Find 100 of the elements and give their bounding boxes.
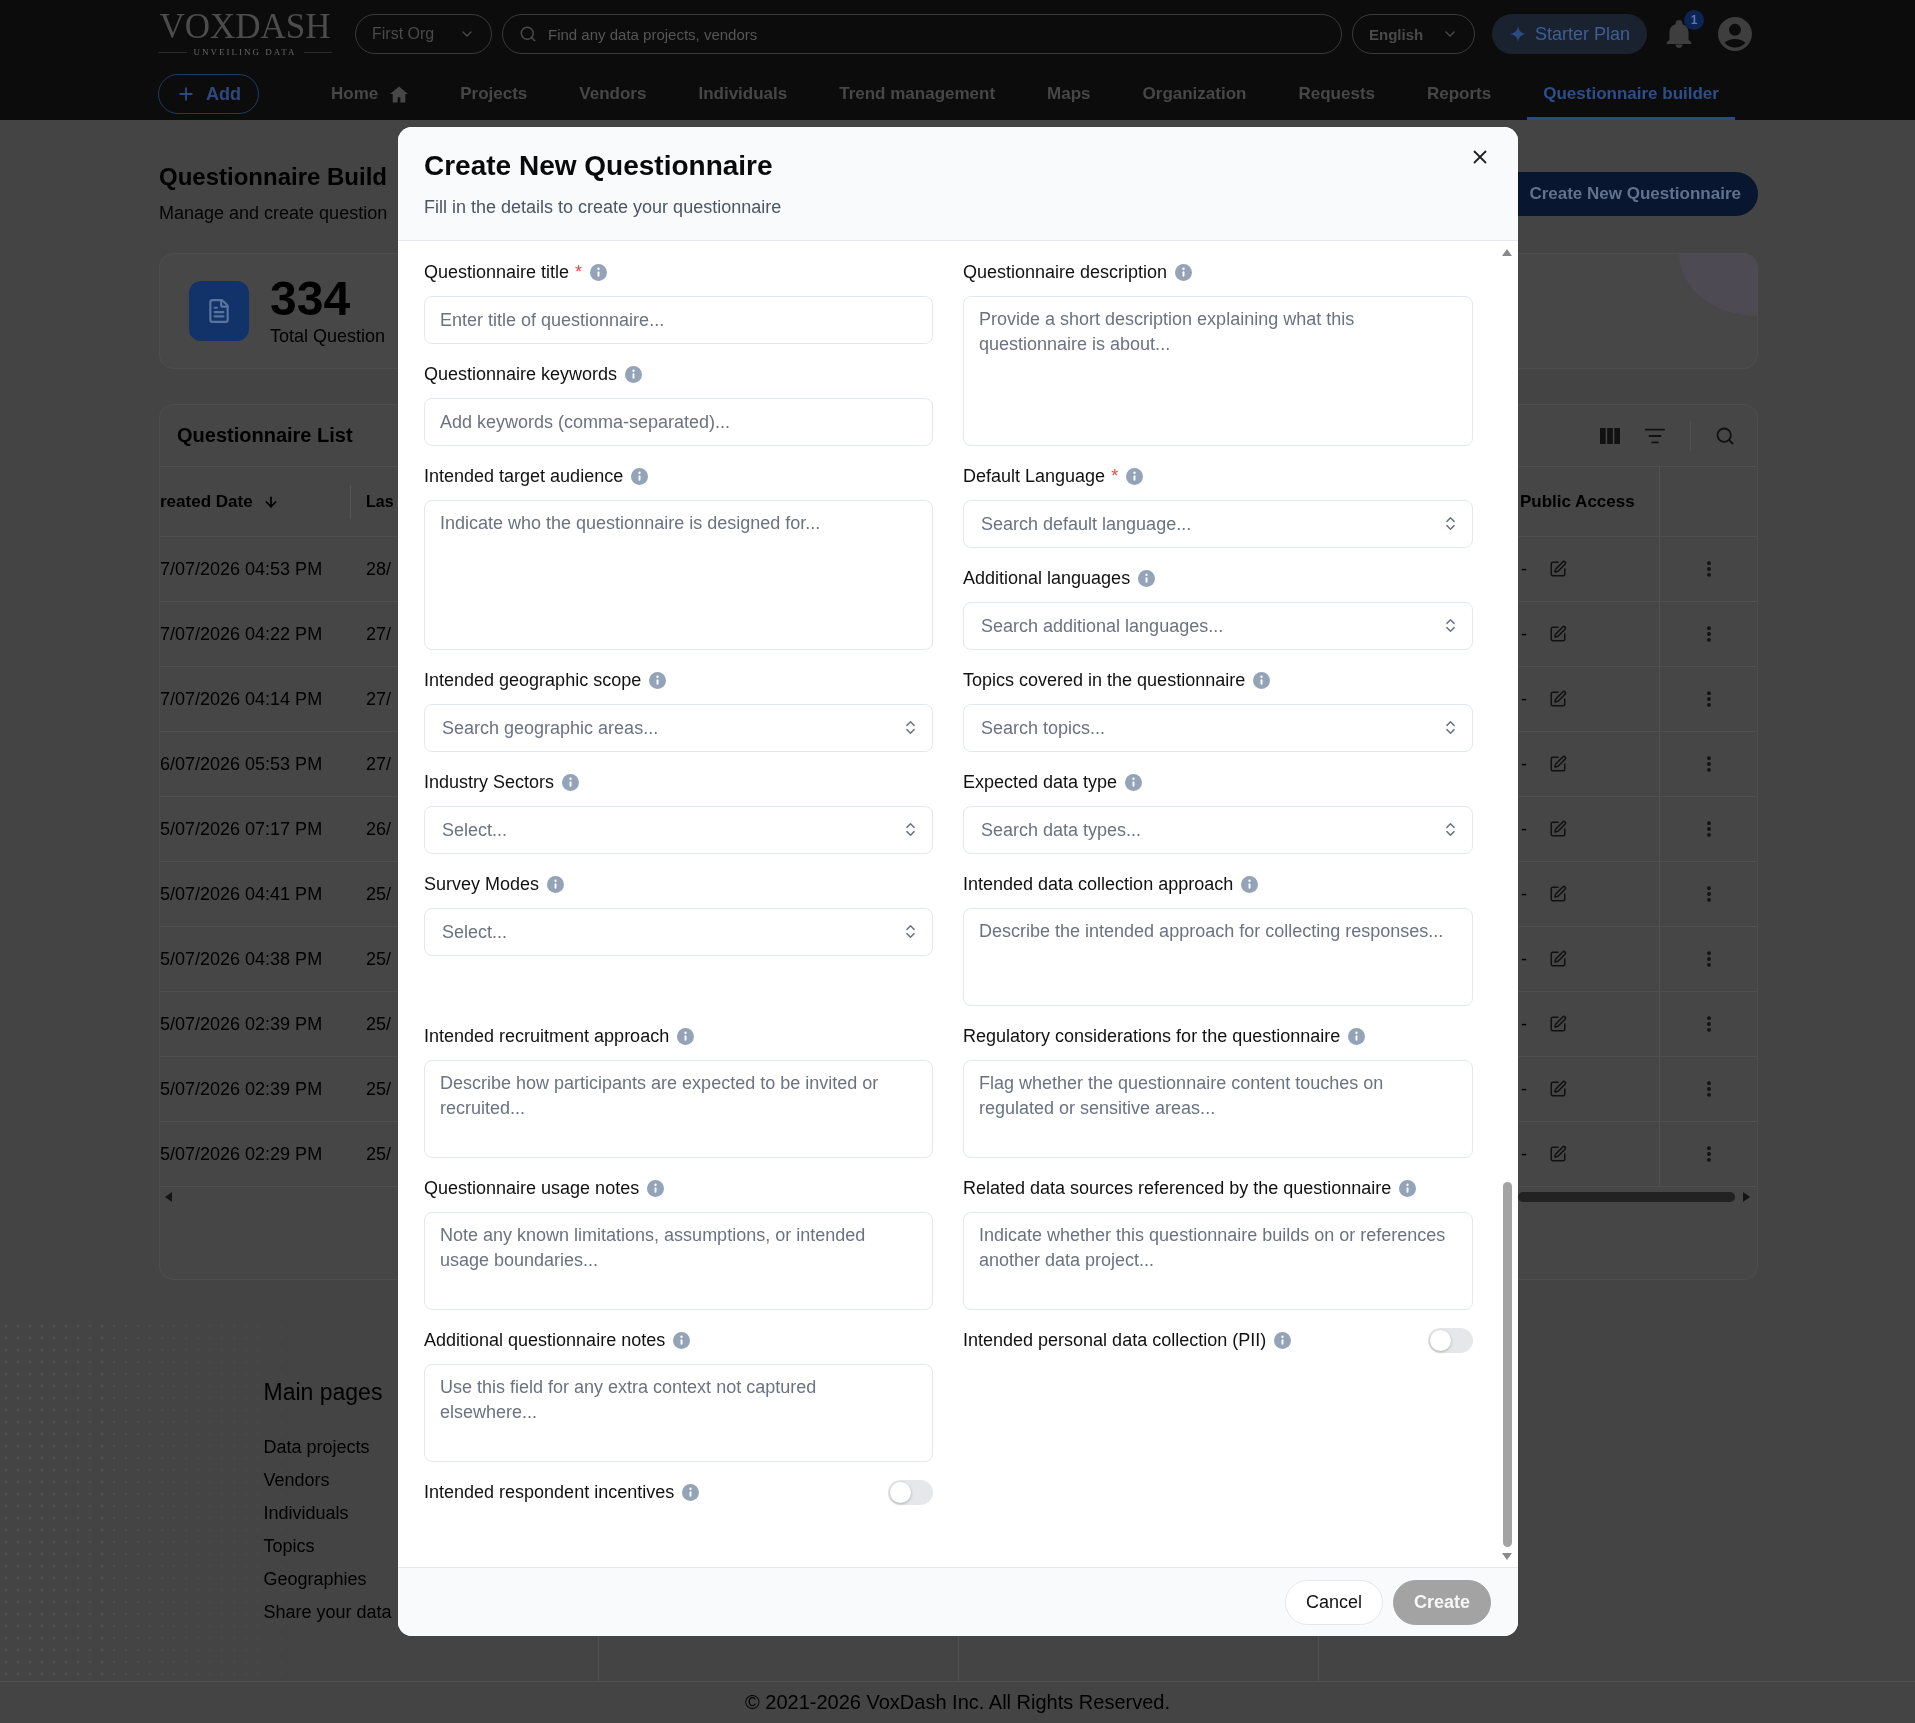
- select-field[interactable]: Search topics...: [963, 704, 1473, 752]
- scroll-down-arrow-icon[interactable]: [1502, 1553, 1512, 1560]
- nav-link[interactable]: Trend management: [823, 68, 1012, 120]
- columns-icon[interactable]: [1600, 427, 1620, 444]
- stat-value: 334: [270, 274, 352, 324]
- table-cell: 7/07/2026 04:22 PM: [160, 623, 323, 645]
- info-icon[interactable]: [649, 671, 667, 689]
- info-icon[interactable]: [562, 773, 580, 791]
- footer-link[interactable]: Individuals: [263, 1497, 349, 1530]
- textarea-field[interactable]: Indicate who the questionnaire is designed for...: [424, 500, 933, 650]
- table-cell: 27/: [366, 623, 392, 645]
- info-icon[interactable]: [1274, 1331, 1292, 1349]
- edit-icon[interactable]: [1549, 885, 1567, 903]
- scroll-right-arrow-icon[interactable]: [1743, 1192, 1750, 1202]
- textarea-field[interactable]: Note any known limitations, assumptions, or intended usage boundaries...: [424, 1212, 933, 1310]
- scroll-left-arrow-icon[interactable]: [165, 1192, 172, 1202]
- search-icon[interactable]: [1715, 425, 1735, 446]
- edit-icon[interactable]: [1549, 625, 1567, 643]
- footer-link[interactable]: Vendors: [263, 1464, 330, 1497]
- select-field[interactable]: Select...: [424, 806, 933, 854]
- edit-icon[interactable]: [1549, 1080, 1567, 1098]
- info-icon[interactable]: [1241, 875, 1259, 893]
- plan-button[interactable]: Starter Plan: [1492, 14, 1647, 54]
- info-icon[interactable]: [1175, 263, 1193, 281]
- table-cell: -: [1521, 558, 1527, 580]
- table-cell: 5/07/2026 02:29 PM: [160, 1143, 323, 1165]
- info-icon[interactable]: [590, 263, 608, 281]
- select-field[interactable]: Search data types...: [963, 806, 1473, 854]
- textarea-field[interactable]: Provide a short description explaining what this questionnaire is about...: [963, 296, 1473, 446]
- edit-icon[interactable]: [1549, 755, 1567, 773]
- info-icon[interactable]: [625, 365, 643, 383]
- textarea-field[interactable]: Indicate whether this questionnaire builds on or references another data project...: [963, 1212, 1473, 1310]
- input-field[interactable]: Add keywords (comma-separated)...: [424, 398, 933, 446]
- avatar-icon[interactable]: [1718, 17, 1752, 51]
- table-cell: 25/: [366, 1078, 392, 1100]
- info-icon[interactable]: [1125, 773, 1143, 791]
- info-icon[interactable]: [631, 467, 649, 485]
- field-label: Default Language: [963, 465, 1106, 488]
- textarea-field[interactable]: Describe how participants are expected to be invited or recruited...: [424, 1060, 933, 1158]
- footer-link[interactable]: Data projects: [263, 1431, 370, 1464]
- bell-icon[interactable]: [1666, 20, 1692, 48]
- select-field[interactable]: Search additional languages...: [963, 602, 1473, 650]
- info-icon[interactable]: [1253, 671, 1271, 689]
- nav-link[interactable]: Vendors: [563, 68, 663, 120]
- edit-icon[interactable]: [1549, 690, 1567, 708]
- textarea-field[interactable]: Flag whether the questionnaire content touches on regulated or sensitive areas...: [963, 1060, 1473, 1158]
- table-cell: -: [1521, 948, 1527, 970]
- select-field[interactable]: Search geographic areas...: [424, 704, 933, 752]
- column-header[interactable]: Public Access: [1520, 491, 1635, 512]
- select-field[interactable]: Search default language...: [963, 500, 1473, 548]
- nav-link[interactable]: Organization: [1126, 68, 1263, 120]
- info-icon[interactable]: [647, 1179, 665, 1197]
- info-icon[interactable]: [1138, 569, 1156, 587]
- footer-link[interactable]: Topics: [263, 1530, 315, 1563]
- nav-link[interactable]: Requests: [1282, 68, 1391, 120]
- table-cell: -: [1521, 623, 1527, 645]
- cancel-button[interactable]: Cancel: [1284, 1579, 1383, 1625]
- info-icon[interactable]: [1348, 1027, 1366, 1045]
- field-label: Intended recruitment approach: [424, 1025, 670, 1048]
- table-cell: 25/: [366, 1143, 392, 1165]
- info-icon[interactable]: [677, 1027, 695, 1045]
- edit-icon[interactable]: [1549, 560, 1567, 578]
- select-field[interactable]: Select...: [424, 908, 933, 956]
- nav-link[interactable]: Questionnaire builder: [1527, 68, 1735, 120]
- create-questionnaire-button[interactable]: Create New Questionnaire: [1518, 171, 1758, 216]
- field-label: Questionnaire title: [424, 261, 570, 284]
- search-field[interactable]: Find any data projects, vendors: [502, 14, 1342, 54]
- scrollbar-thumb[interactable]: [1518, 1192, 1735, 1202]
- edit-icon[interactable]: [1549, 1015, 1567, 1033]
- nav-link[interactable]: Projects: [444, 68, 544, 120]
- column-header[interactable]: reated Date: [160, 491, 279, 512]
- edit-icon[interactable]: [1549, 1145, 1567, 1163]
- field-label: Industry Sectors: [424, 771, 555, 794]
- info-icon[interactable]: [682, 1483, 700, 1501]
- nav-link[interactable]: Maps: [1031, 68, 1107, 120]
- nav-link[interactable]: Reports: [1411, 68, 1508, 120]
- toggle-switch[interactable]: [1428, 1327, 1473, 1353]
- table-title: Questionnaire List: [177, 424, 353, 447]
- info-icon[interactable]: [1126, 467, 1144, 485]
- footer-link[interactable]: Geographies: [263, 1563, 367, 1596]
- copyright-text: © 2021-2026 VoxDash Inc. All Rights Reserved.: [745, 1691, 1170, 1714]
- info-icon[interactable]: [1399, 1179, 1417, 1197]
- table-cell: 27/: [366, 753, 392, 775]
- info-icon[interactable]: [673, 1331, 691, 1349]
- input-field[interactable]: Enter title of questionnaire...: [424, 296, 933, 344]
- table-cell: 26/: [366, 818, 392, 840]
- textarea-field[interactable]: Use this field for any extra context not captured elsewhere...: [424, 1364, 933, 1462]
- scroll-up-arrow-icon[interactable]: [1502, 249, 1512, 256]
- toggle-switch[interactable]: [888, 1479, 933, 1505]
- footer-link[interactable]: Share your data: [263, 1596, 392, 1629]
- nav-link[interactable]: Individuals: [682, 68, 804, 120]
- field-label: Expected data type: [963, 771, 1118, 794]
- nav-link[interactable]: Home: [315, 68, 425, 120]
- column-header[interactable]: Las: [366, 492, 394, 511]
- info-icon[interactable]: [547, 875, 565, 893]
- edit-icon[interactable]: [1549, 950, 1567, 968]
- scrollbar-thumb[interactable]: [1502, 1182, 1512, 1547]
- textarea-field[interactable]: Describe the intended approach for collecting responses...: [963, 908, 1473, 1006]
- edit-icon[interactable]: [1549, 820, 1567, 838]
- logo-wordmark[interactable]: VOXDASH: [159, 10, 331, 43]
